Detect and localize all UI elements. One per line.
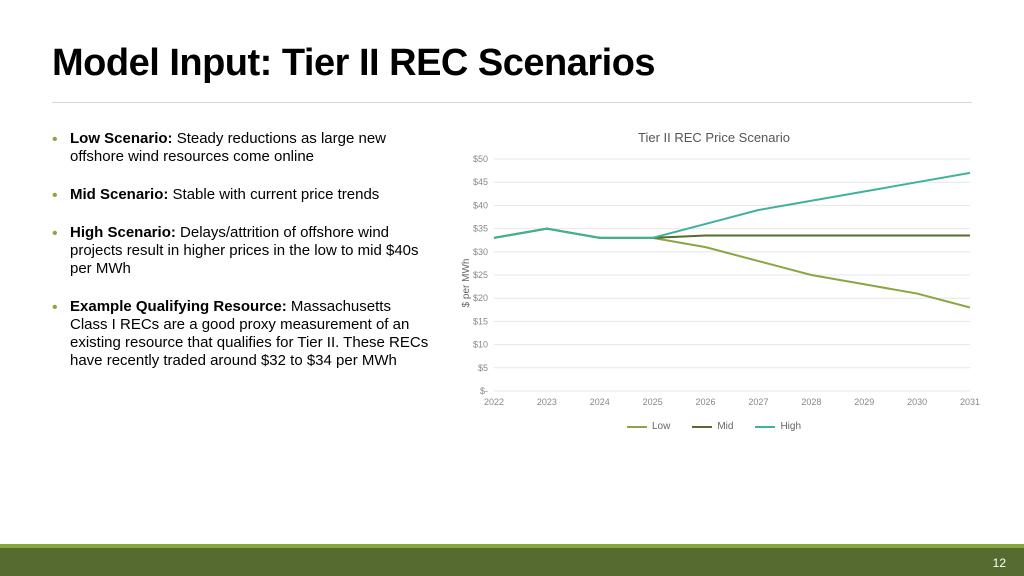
y-axis-label: $ per MWh — [461, 259, 472, 308]
slide: Model Input: Tier II REC Scenarios Low S… — [0, 0, 1024, 576]
svg-text:2027: 2027 — [748, 397, 768, 407]
bullet-label: High Scenario: — [70, 224, 176, 241]
svg-text:$30: $30 — [473, 247, 488, 257]
bullet-label: Low Scenario: — [70, 130, 173, 147]
legend-swatch-icon — [755, 426, 775, 428]
svg-text:$35: $35 — [473, 224, 488, 234]
svg-text:$-: $- — [480, 386, 488, 396]
svg-text:2023: 2023 — [537, 397, 557, 407]
svg-text:$50: $50 — [473, 154, 488, 164]
legend-high: High — [755, 421, 801, 432]
svg-text:2029: 2029 — [854, 397, 874, 407]
svg-text:$45: $45 — [473, 177, 488, 187]
svg-text:2025: 2025 — [643, 397, 663, 407]
svg-text:2028: 2028 — [801, 397, 821, 407]
bullet-example: Example Qualifying Resource: Massachuset… — [52, 298, 432, 370]
svg-text:$40: $40 — [473, 200, 488, 210]
chart-plot: $ per MWh $- $5 $10 $15 $20 $25 $30 $35 $40 $45 $5… — [448, 153, 980, 413]
bullet-mid: Mid Scenario: Stable with current price … — [52, 186, 432, 204]
svg-text:2022: 2022 — [484, 397, 504, 407]
legend-label: Low — [652, 421, 670, 432]
bullet-label: Mid Scenario: — [70, 186, 168, 203]
footer-bar: 12 — [0, 548, 1024, 576]
chart-container: Tier II REC Price Scenario $ per MWh $-$… — [448, 130, 980, 450]
legend-label: Mid — [717, 421, 733, 432]
bullet-high: High Scenario: Delays/attrition of offsh… — [52, 224, 432, 278]
title-divider — [52, 102, 972, 103]
chart-svg: $- $5 $10 $15 $20 $25 $30 $35 $40 $45 $50 2022 2023 2… — [448, 153, 980, 413]
legend-mid: Mid — [692, 421, 733, 432]
page-number: 12 — [993, 556, 1006, 570]
bullet-text: Stable with current price trends — [168, 186, 379, 203]
svg-text:2024: 2024 — [590, 397, 610, 407]
chart-title: Tier II REC Price Scenario — [448, 130, 980, 145]
svg-text:$25: $25 — [473, 270, 488, 280]
svg-text:2026: 2026 — [696, 397, 716, 407]
legend-swatch-icon — [692, 426, 712, 428]
svg-text:$5: $5 — [478, 363, 488, 373]
bullet-list: Low Scenario: Steady reductions as large… — [52, 130, 432, 390]
svg-text:$15: $15 — [473, 316, 488, 326]
legend-swatch-icon — [627, 426, 647, 428]
bullet-label: Example Qualifying Resource: — [70, 298, 287, 315]
legend: Low Mid High — [448, 421, 980, 432]
bullet-low: Low Scenario: Steady reductions as large… — [52, 130, 432, 166]
svg-text:2030: 2030 — [907, 397, 927, 407]
svg-text:$20: $20 — [473, 293, 488, 303]
svg-text:$10: $10 — [473, 340, 488, 350]
page-title: Model Input: Tier II REC Scenarios — [52, 42, 655, 85]
legend-label: High — [780, 421, 801, 432]
svg-text:2031: 2031 — [960, 397, 980, 407]
legend-low: Low — [627, 421, 670, 432]
